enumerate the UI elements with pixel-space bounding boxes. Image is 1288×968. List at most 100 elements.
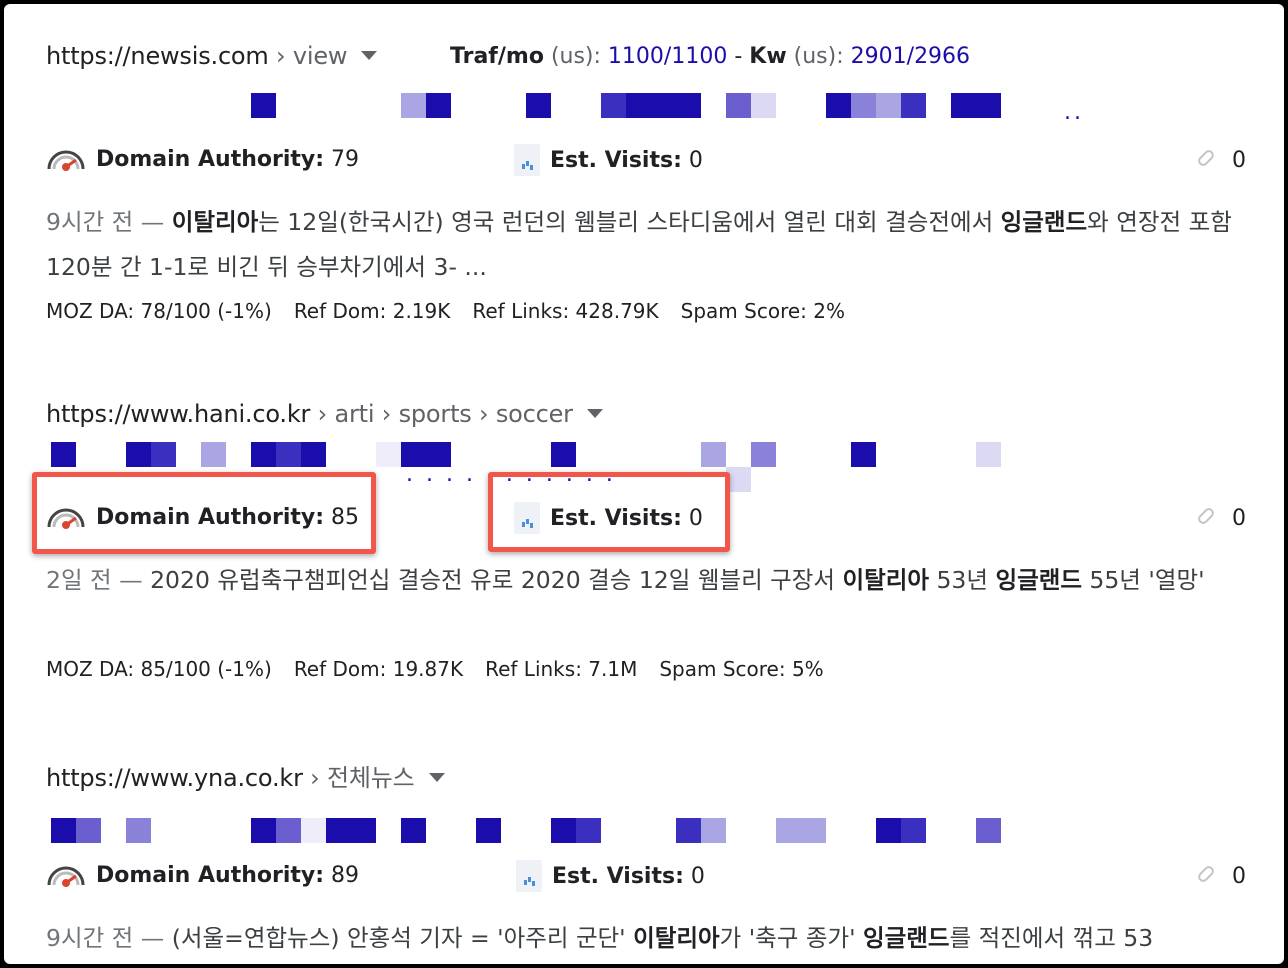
pixel-block	[901, 818, 926, 843]
ref-links: Ref Links: 428.79K	[472, 299, 659, 323]
traffic-stats: Traf/mo (us): 1100/1100 - Kw (us): 2901/…	[450, 44, 970, 69]
backlinks[interactable]: 0	[1196, 506, 1246, 531]
domain-authority: Domain Authority: 79	[46, 146, 359, 172]
snippet-keyword: 잉글랜드	[995, 566, 1082, 594]
url-breadcrumb: › view	[268, 42, 348, 70]
pixel-block	[201, 442, 226, 467]
chevron-down-icon[interactable]	[428, 772, 445, 782]
pixel-block	[151, 442, 176, 467]
pixel-block	[626, 93, 701, 118]
url-domain[interactable]: https://newsis.com	[46, 42, 269, 70]
pixel-block	[751, 442, 776, 467]
pixel-block	[301, 818, 326, 843]
pixel-block	[276, 818, 301, 843]
pixel-block	[251, 93, 276, 118]
highlight-domain-authority	[32, 472, 376, 554]
url-breadcrumb: › arti › sports › soccer	[310, 400, 573, 428]
snippet-text: 를 적진에서 꺾고 53	[949, 924, 1154, 952]
pixel-block	[401, 818, 426, 843]
link-icon	[1196, 864, 1216, 889]
pixel-block	[301, 442, 326, 467]
moz-da: MOZ DA: 78/100 (-1%)	[46, 299, 272, 323]
pixel-block	[126, 818, 151, 843]
ref-links: Ref Links: 7.1M	[485, 657, 638, 681]
da-label: Domain Authority:	[96, 862, 325, 888]
pixel-block	[251, 442, 276, 467]
traffic-value-2[interactable]: 1100	[671, 44, 727, 69]
result-url[interactable]: https://www.hani.co.kr › arti › sports ›…	[46, 400, 603, 428]
result-url[interactable]: https://newsis.com › view	[46, 42, 378, 70]
pixel-block	[126, 442, 151, 467]
snippet-text: 가 '축구 종가'	[719, 924, 864, 952]
pixel-block	[51, 442, 76, 467]
backlinks[interactable]: 0	[1196, 148, 1246, 173]
pixel-block	[876, 818, 901, 843]
keywords-value-2[interactable]: 2966	[914, 44, 970, 69]
pixel-block	[401, 93, 426, 118]
traffic-label: Traf/mo	[450, 44, 544, 69]
pixel-block	[476, 818, 501, 843]
pixel-block	[576, 818, 601, 843]
chevron-down-icon[interactable]	[586, 408, 603, 418]
da-value: 89	[331, 862, 360, 888]
gauge-icon	[46, 862, 86, 888]
pixel-block	[976, 818, 1001, 843]
keywords-label: Kw	[749, 44, 787, 69]
pixel-block	[701, 442, 726, 467]
pixel-block	[726, 93, 751, 118]
pixel-block	[426, 93, 451, 118]
moz-stats: MOZ DA: 85/100 (-1%) Ref Dom: 19.87K Ref L…	[46, 657, 846, 681]
pixel-block	[951, 93, 1001, 118]
snippet-text: (서울=연합뉴스) 안홍석 기자 = '아주리 군단'	[171, 924, 634, 952]
pixel-block	[751, 93, 776, 118]
pixel-block	[676, 818, 701, 843]
backlinks[interactable]: 0	[1196, 864, 1246, 889]
url-breadcrumb: › 전체뉴스	[302, 764, 415, 792]
visits-label: Est. Visits:	[550, 147, 682, 173]
url-domain[interactable]: https://www.hani.co.kr	[46, 400, 310, 428]
result-url[interactable]: https://www.yna.co.kr › 전체뉴스	[46, 758, 445, 793]
pixel-block	[901, 93, 926, 118]
links-count: 0	[1232, 148, 1246, 173]
gauge-icon	[46, 146, 86, 172]
snippet-date: 2일 전 —	[46, 566, 151, 594]
traffic-value[interactable]: 1100	[608, 44, 664, 69]
spam-score: Spam Score: 2%	[680, 299, 845, 323]
chevron-down-icon[interactable]	[361, 50, 378, 60]
keywords-value[interactable]: 2901	[851, 44, 907, 69]
est-visits: Est. Visits: 0	[516, 860, 705, 892]
pixel-block	[376, 442, 401, 467]
snippet-keyword: 이탈리아	[171, 208, 259, 236]
snippet-text: 53년	[928, 566, 996, 594]
result-snippet: 9시간 전 — 이탈리아는 12일(한국시간) 영국 런던의 웸블리 스타디움에…	[46, 200, 1251, 290]
pixel-block	[326, 818, 376, 843]
links-count: 0	[1232, 864, 1246, 889]
snippet-date: 9시간 전 —	[46, 208, 172, 236]
traffic-dash: -	[727, 44, 750, 69]
result-snippet: 9시간 전 — (서울=연합뉴스) 안홍석 기자 = '아주리 군단' 이탈리아…	[46, 916, 1251, 961]
serp-frame: https://newsis.com › view Traf/mo (us): …	[4, 4, 1284, 964]
bar-chart-icon	[514, 144, 540, 176]
result-snippet: 2일 전 — 2020 유럽축구챔피언십 결승전 유로 2020 결승 12일 …	[46, 558, 1251, 603]
da-label: Domain Authority:	[96, 146, 325, 172]
snippet-text: 55년 '열망'	[1081, 566, 1205, 594]
snippet-text: 2020 유럽축구챔피언십 결승전 유로 2020 결승 12일 웸블리 구장서	[150, 566, 843, 594]
link-icon	[1196, 506, 1216, 531]
pixel-block	[551, 818, 576, 843]
keywords-sep: /	[906, 44, 915, 69]
pixel-block	[701, 818, 726, 843]
bar-chart-icon	[516, 860, 542, 892]
pixel-block	[601, 93, 626, 118]
url-domain[interactable]: https://www.yna.co.kr	[46, 764, 303, 792]
da-value: 79	[331, 146, 360, 172]
ref-domains: Ref Dom: 2.19K	[293, 299, 451, 323]
moz-stats: MOZ DA: 78/100 (-1%) Ref Dom: 2.19K Ref Li…	[46, 299, 867, 323]
pixel-block	[76, 818, 101, 843]
domain-authority: Domain Authority: 89	[46, 862, 359, 888]
visits-label: Est. Visits:	[552, 863, 684, 889]
pixel-block	[851, 93, 876, 118]
snippet-keyword: 이탈리아	[842, 566, 929, 594]
pixel-block	[251, 818, 276, 843]
ref-domains: Ref Dom: 19.87K	[293, 657, 464, 681]
keywords-region: (us):	[793, 44, 844, 69]
